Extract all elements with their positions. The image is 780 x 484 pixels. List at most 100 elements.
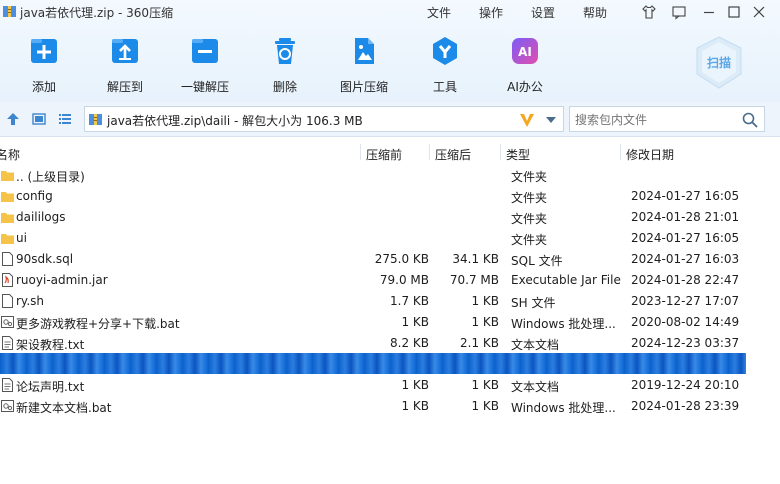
file-size-before: 8.2 KB xyxy=(390,336,429,350)
file-row[interactable]: config 文件夹 2024-01-27 16:05 xyxy=(0,185,780,206)
file-name: ry.sh xyxy=(16,294,44,308)
column-divider[interactable] xyxy=(620,144,621,160)
minimize-icon[interactable] xyxy=(701,4,717,20)
menu-operation[interactable]: 操作 xyxy=(479,4,503,21)
document-icon xyxy=(2,252,13,266)
app-zip-icon xyxy=(3,6,16,17)
file-row[interactable]: ry.sh 1.7 KB 1 KB SH 文件 2023-12-27 17:07 xyxy=(0,290,780,311)
add-button[interactable]: 添加 xyxy=(8,36,80,95)
menu-file[interactable]: 文件 xyxy=(427,4,451,21)
column-size-before[interactable]: 压缩前 xyxy=(366,146,402,163)
batch-file-icon xyxy=(1,316,14,328)
top-panel: java若依代理.zip - 360压缩 文件 操作 设置 帮助 添加 解压到 xyxy=(0,0,780,102)
delete-button[interactable]: 删除 xyxy=(249,36,321,95)
delete-label: 删除 xyxy=(272,80,297,94)
file-date: 2024-01-28 21:01 xyxy=(631,210,740,224)
folder-icon xyxy=(1,192,14,202)
file-row[interactable]: 新建文本文档.bat 1 KB 1 KB Windows 批处理... 2024… xyxy=(0,395,780,416)
zip-file-icon xyxy=(89,114,102,125)
column-size-after[interactable]: 压缩后 xyxy=(435,146,471,163)
path-field[interactable]: java若依代理.zip\daili - 解包大小为 106.3 MB xyxy=(84,106,564,132)
chevron-down-icon[interactable] xyxy=(546,116,556,124)
file-type: 文件夹 xyxy=(511,170,548,184)
search-box xyxy=(569,106,765,132)
add-icon xyxy=(31,39,57,63)
file-size-after: 1 KB xyxy=(471,315,499,329)
file-type: Windows 批处理... xyxy=(511,401,616,415)
file-date: 2024-01-28 22:47 xyxy=(631,273,740,287)
file-row[interactable]: 论坛声明.txt 1 KB 1 KB 文本文档 2019-12-24 20:10 xyxy=(0,374,780,395)
file-size-before: 79.0 MB xyxy=(379,273,429,287)
v-logo-icon[interactable] xyxy=(519,112,535,128)
extract-to-label: 解压到 xyxy=(106,80,143,94)
search-icon[interactable] xyxy=(742,112,758,128)
file-row[interactable]: 架设教程.txt 8.2 KB 2.1 KB 文本文档 2024-12-23 0… xyxy=(0,332,780,353)
file-type: SH 文件 xyxy=(511,296,556,310)
jar-file-icon xyxy=(2,273,13,287)
file-name: 更多游戏教程+分享+下载.bat xyxy=(16,317,180,331)
file-name: config xyxy=(16,189,53,203)
one-click-extract-icon xyxy=(192,39,218,63)
file-size-after: 1 KB xyxy=(471,294,499,308)
extract-to-button[interactable]: 解压到 xyxy=(89,36,161,95)
file-row[interactable]: 90sdk.sql 275.0 KB 34.1 KB SQL 文件 2024-0… xyxy=(0,248,780,269)
file-name: 架设教程.txt xyxy=(16,338,85,352)
file-size-before: 1.7 KB xyxy=(390,294,429,308)
tools-icon xyxy=(433,37,457,65)
one-click-extract-button[interactable]: 一键解压 xyxy=(169,36,241,95)
file-name: ruoyi-admin.jar xyxy=(16,273,108,287)
file-name: 90sdk.sql xyxy=(16,252,74,266)
tools-label: 工具 xyxy=(432,80,457,94)
file-row[interactable]: daililogs 文件夹 2024-01-28 21:01 xyxy=(0,206,780,227)
column-divider[interactable] xyxy=(360,144,361,160)
column-modified-date[interactable]: 修改日期 xyxy=(626,146,674,163)
add-label: 添加 xyxy=(31,80,56,94)
file-type: Windows 批处理... xyxy=(511,317,616,331)
path-text: java若依代理.zip\daili - 解包大小为 106.3 MB xyxy=(107,114,363,128)
file-row[interactable]: 更多游戏教程+分享+下载.bat 1 KB 1 KB Windows 批处理..… xyxy=(0,311,780,332)
file-name: 论坛声明.txt xyxy=(16,380,85,394)
image-compress-label: 图片压缩 xyxy=(339,80,388,94)
column-header: 名称 压缩前 压缩后 类型 修改日期 xyxy=(0,140,780,164)
file-name: daililogs xyxy=(16,210,66,224)
file-date: 2023-12-27 17:07 xyxy=(631,294,740,308)
menu-help[interactable]: 帮助 xyxy=(583,4,607,21)
thumbnail-view-icon[interactable] xyxy=(32,112,46,126)
file-size-after: 70.7 MB xyxy=(449,273,499,287)
close-icon[interactable] xyxy=(751,4,767,20)
redacted-row-content xyxy=(0,353,746,374)
up-arrow-icon[interactable] xyxy=(6,112,20,126)
file-row[interactable]: ui 文件夹 2024-01-27 16:05 xyxy=(0,227,780,248)
file-row[interactable]: .. (上级目录) 文件夹 xyxy=(0,164,780,185)
image-compress-button[interactable]: 图片压缩 xyxy=(328,36,400,95)
file-size-after: 1 KB xyxy=(471,399,499,413)
address-bar: java若依代理.zip\daili - 解包大小为 106.3 MB xyxy=(0,102,780,137)
file-row[interactable]: ruoyi-admin.jar 79.0 MB 70.7 MB Executab… xyxy=(0,269,780,290)
column-divider[interactable] xyxy=(429,144,430,160)
selected-file-row[interactable] xyxy=(0,353,780,374)
one-click-extract-label: 一键解压 xyxy=(180,80,229,94)
tools-button[interactable]: 工具 xyxy=(409,36,481,95)
scan-label: 扫描 xyxy=(706,56,731,70)
column-name[interactable]: 名称 xyxy=(0,146,20,163)
file-size-before: 1 KB xyxy=(401,399,429,413)
ai-office-button[interactable]: AI AI办公 xyxy=(489,36,561,95)
file-name: .. (上级目录) xyxy=(16,170,85,184)
maximize-icon[interactable] xyxy=(726,4,742,20)
batch-file-icon xyxy=(1,400,14,412)
text-file-icon xyxy=(2,336,13,350)
skin-shirt-icon[interactable] xyxy=(641,4,657,20)
search-input[interactable] xyxy=(573,110,737,130)
menu-settings[interactable]: 设置 xyxy=(531,4,555,21)
file-type: 文本文档 xyxy=(511,338,560,352)
file-date: 2019-12-24 20:10 xyxy=(631,378,740,392)
file-size-before: 275.0 KB xyxy=(374,252,429,266)
folder-icon xyxy=(1,171,14,181)
scan-button[interactable]: 扫描 xyxy=(694,36,744,90)
feedback-icon[interactable] xyxy=(671,4,687,20)
column-type[interactable]: 类型 xyxy=(506,146,530,163)
column-divider[interactable] xyxy=(500,144,501,160)
svg-text:AI: AI xyxy=(518,45,532,59)
ai-office-label: AI办公 xyxy=(507,80,543,94)
list-view-icon[interactable] xyxy=(58,112,72,126)
